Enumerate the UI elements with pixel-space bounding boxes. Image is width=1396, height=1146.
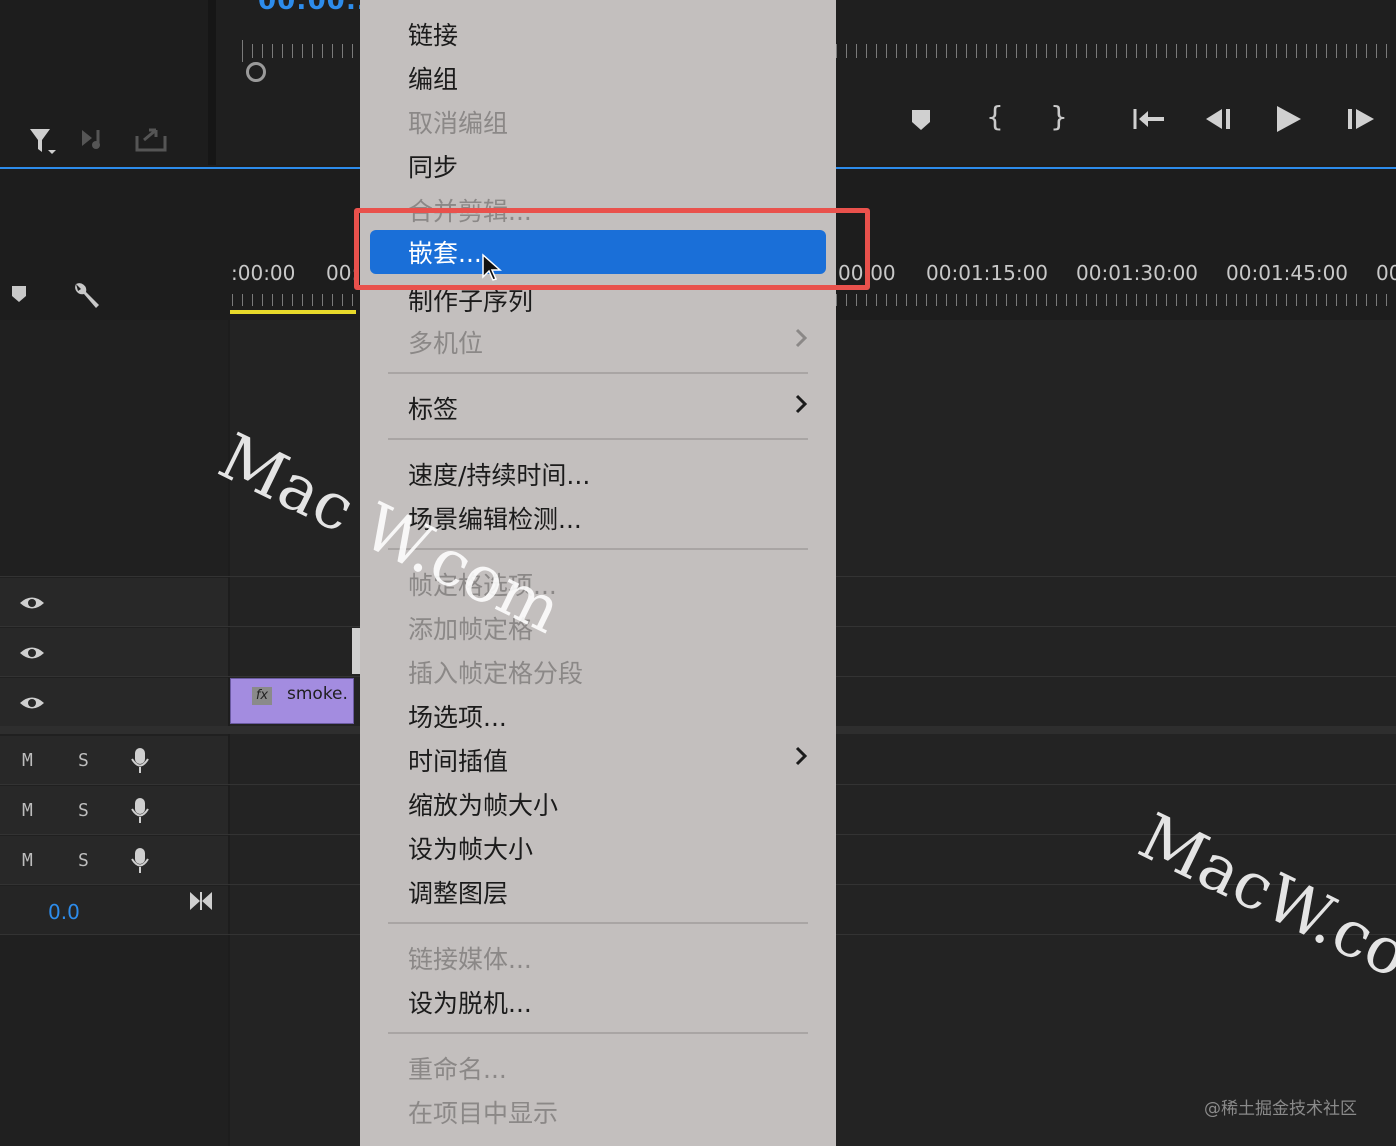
monitor-ruler-right[interactable] (836, 44, 1396, 58)
step-forward-icon[interactable] (1346, 106, 1376, 137)
filter-icon[interactable] (28, 126, 60, 161)
wrench-icon[interactable] (70, 280, 102, 316)
menu-item-partial (408, 0, 416, 5)
ruler-label: 00:01:45:00 (1226, 261, 1349, 285)
clip-edge[interactable] (352, 628, 360, 674)
menu-separator (388, 438, 808, 440)
panel-divider[interactable] (208, 0, 216, 165)
add-marker-icon[interactable] (908, 106, 934, 137)
ruler-label: 00 (1376, 261, 1396, 285)
menu-item-group[interactable]: 编组 (408, 60, 458, 96)
menu-item-insert-frame-hold[interactable]: 插入帧定格分段 (408, 654, 583, 690)
bowtie-icon[interactable] (188, 890, 214, 916)
menu-separator (388, 922, 808, 924)
filter-icon-svg (30, 129, 56, 154)
submenu-chevron-icon (794, 326, 808, 356)
mark-out-icon[interactable]: } (1050, 103, 1068, 131)
timeline-ruler[interactable] (232, 294, 360, 306)
microphone-icon[interactable] (130, 796, 150, 828)
menu-item-adjustment-layer[interactable]: 调整图层 (408, 874, 508, 910)
menu-item-set-to-frame[interactable]: 设为帧大小 (408, 830, 533, 866)
audio-track-header (0, 736, 228, 785)
ruler-label: 00:01:15:00 (926, 261, 1049, 285)
ruler-tick-major (242, 40, 243, 62)
eye-icon[interactable] (18, 590, 46, 620)
menu-item-link[interactable]: 链接 (408, 16, 458, 52)
menu-separator (388, 1032, 808, 1034)
menu-separator (388, 372, 808, 374)
step-back-icon[interactable] (1204, 106, 1234, 137)
export-frame-icon[interactable] (134, 124, 168, 159)
menu-item-reveal-in-project[interactable]: 在项目中显示 (408, 1094, 558, 1130)
mute-button[interactable]: M (22, 750, 33, 771)
audio-track-header (0, 786, 228, 835)
add-marker-timeline-icon[interactable] (10, 284, 28, 308)
source-credit: @稀土掘金技术社区 (1204, 1099, 1357, 1119)
eye-icon[interactable] (18, 690, 46, 720)
fx-badge: fx (252, 687, 272, 705)
mark-in-icon[interactable]: { (986, 103, 1004, 131)
program-timecode[interactable]: 00:00:2 (258, 0, 376, 16)
microphone-icon[interactable] (130, 746, 150, 778)
work-area-bar[interactable] (230, 310, 356, 314)
menu-item-speed-duration[interactable]: 速度/持续时间... (408, 456, 590, 492)
menu-item-multi-camera[interactable]: 多机位 (408, 324, 483, 360)
mute-button[interactable]: M (22, 800, 33, 821)
go-to-in-icon[interactable] (1132, 106, 1166, 137)
clip-name: smoke. (287, 684, 348, 704)
microphone-icon[interactable] (130, 846, 150, 878)
menu-item-make-offline[interactable]: 设为脱机... (408, 984, 532, 1020)
menu-item-link-media[interactable]: 链接媒体... (408, 940, 532, 976)
menu-item-synchronize[interactable]: 同步 (408, 148, 458, 184)
menu-item-rename[interactable]: 重命名... (408, 1050, 507, 1086)
playhead-handle[interactable] (246, 62, 266, 82)
solo-button[interactable]: S (78, 750, 89, 771)
mouse-cursor-icon (481, 253, 503, 287)
menu-item-field-options[interactable]: 场选项... (408, 698, 507, 734)
play-icon[interactable] (1274, 104, 1304, 139)
timeline-ruler-right[interactable] (836, 294, 1396, 306)
eye-icon[interactable] (18, 640, 46, 670)
solo-button[interactable]: S (78, 850, 89, 871)
submenu-chevron-icon (794, 744, 808, 774)
mute-button[interactable]: M (22, 850, 33, 871)
monitor-ruler[interactable] (242, 44, 360, 58)
audio-track-header (0, 836, 228, 885)
menu-item-label[interactable]: 标签 (408, 390, 458, 426)
ruler-label: :00:00 (231, 261, 296, 285)
menu-item-time-interpolation[interactable]: 时间插值 (408, 742, 508, 778)
menu-item-ungroup[interactable]: 取消编组 (408, 104, 508, 140)
solo-button[interactable]: S (78, 800, 89, 821)
highlight-callout (354, 208, 870, 290)
audio-output-icon[interactable] (80, 126, 112, 159)
ruler-label: 00:01:30:00 (1076, 261, 1199, 285)
menu-item-scale-to-frame[interactable]: 缩放为帧大小 (408, 786, 558, 822)
submenu-chevron-icon (794, 392, 808, 422)
master-volume-value[interactable]: 0.0 (48, 900, 80, 924)
